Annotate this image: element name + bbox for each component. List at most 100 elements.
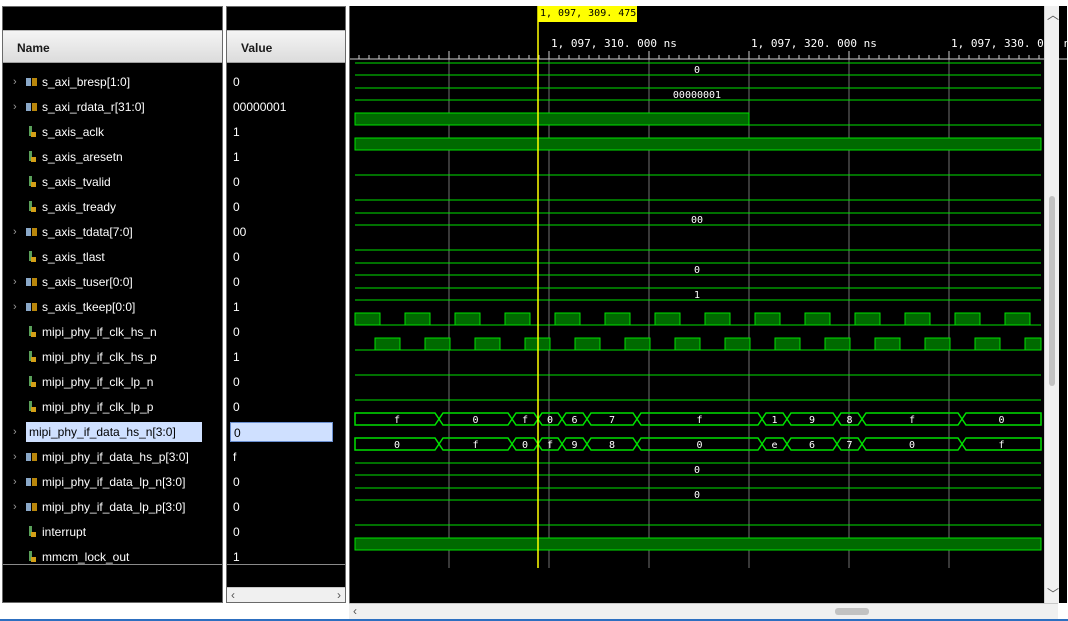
signal-row[interactable]: › s_axi_bresp[1:0] xyxy=(3,70,222,95)
signal-value-cell[interactable]: 0 xyxy=(227,495,345,520)
signal-value-cell[interactable]: 0 xyxy=(227,370,345,395)
signal-row[interactable]: interrupt xyxy=(3,520,222,545)
signal-value: 0 xyxy=(230,422,333,442)
scroll-right-icon[interactable]: › xyxy=(337,588,341,602)
signal-name: s_axis_aclk xyxy=(42,125,105,139)
scroll-up-icon[interactable]: ︿ xyxy=(1047,8,1059,22)
signal-value-cell[interactable]: 1 xyxy=(227,545,345,570)
time-tick-label: 1, 097, 320. 000 ns xyxy=(751,37,877,50)
signal-value-cell[interactable]: 0 xyxy=(227,395,345,420)
clock-high-pulse xyxy=(654,312,681,326)
signal-row[interactable]: › mipi_phy_if_data_hs_p[3:0] xyxy=(3,445,222,470)
signal-row[interactable]: › mipi_phy_if_data_hs_n[3:0] xyxy=(3,420,222,445)
signal-name: s_axis_tready xyxy=(42,200,117,214)
clock-high-pulse xyxy=(554,312,581,326)
signal-value: 0 xyxy=(233,275,240,289)
signal-value-cell[interactable]: 0 xyxy=(227,70,345,95)
signal-value-cell[interactable]: 0 xyxy=(227,170,345,195)
expand-arrow-icon[interactable]: › xyxy=(13,451,21,463)
signal-value-cell[interactable]: 00000001 xyxy=(227,95,345,120)
vscroll-thumb[interactable] xyxy=(1049,196,1055,386)
expand-arrow-icon[interactable]: › xyxy=(13,301,21,313)
signal-name: s_axi_rdata_r[31:0] xyxy=(42,100,145,114)
signal-value: 0 xyxy=(233,475,240,489)
expand-arrow-icon[interactable]: › xyxy=(13,476,21,488)
signal-row[interactable]: s_axis_tready xyxy=(3,195,222,220)
expand-arrow-icon[interactable]: › xyxy=(13,226,21,238)
signal-value-cell[interactable]: 1 xyxy=(227,145,345,170)
signal-row[interactable]: mipi_phy_if_clk_lp_n xyxy=(3,370,222,395)
signal-value-cell[interactable]: f xyxy=(227,445,345,470)
bus-segment-label: 0 xyxy=(547,415,553,426)
scroll-down-icon[interactable]: ﹀ xyxy=(1047,587,1059,601)
signal-row[interactable]: mipi_phy_if_clk_lp_p xyxy=(3,395,222,420)
signal-row[interactable]: › s_axi_rdata_r[31:0] xyxy=(3,95,222,120)
bus-segment-label: e xyxy=(771,440,777,451)
value-hscrollbar[interactable]: ‹ › xyxy=(227,587,345,602)
signal-value-cell[interactable]: 0 xyxy=(227,245,345,270)
time-cursor-label: 1, 097, 309. 475 ns xyxy=(540,8,654,19)
signal-name: s_axis_tkeep[0:0] xyxy=(42,300,136,314)
signal-name: s_axis_tlast xyxy=(42,250,105,264)
clock-high-pulse xyxy=(824,337,851,351)
waveform-vscrollbar[interactable]: ︿ ﹀ xyxy=(1044,6,1059,603)
bus-segment-label: 8 xyxy=(846,415,852,426)
clock-high-pulse xyxy=(904,312,931,326)
signal-value-cell[interactable]: 0 xyxy=(227,470,345,495)
expand-arrow-icon[interactable]: › xyxy=(13,76,21,88)
bus-signal-icon xyxy=(26,453,37,461)
clock-high-pulse xyxy=(1024,337,1042,351)
signal-row[interactable]: s_axis_tvalid xyxy=(3,170,222,195)
signal-value-cell[interactable]: 0 xyxy=(227,270,345,295)
bit-signal-icon xyxy=(29,526,36,537)
scroll-left-icon[interactable]: ‹ xyxy=(231,588,235,602)
expand-arrow-icon[interactable]: › xyxy=(13,101,21,113)
signal-value-cell[interactable]: 1 xyxy=(227,345,345,370)
signal-name: interrupt xyxy=(42,525,87,539)
signal-value-cell[interactable]: 0 xyxy=(227,320,345,345)
signal-row[interactable]: s_axis_aresetn xyxy=(3,145,222,170)
signal-row[interactable]: › s_axis_tkeep[0:0] xyxy=(3,295,222,320)
signal-value-cell[interactable]: 0 xyxy=(227,520,345,545)
name-column-header[interactable]: Name xyxy=(3,30,222,63)
signal-row[interactable]: › mipi_phy_if_data_lp_p[3:0] xyxy=(3,495,222,520)
waveform-hscrollbar[interactable]: ‹ xyxy=(349,603,1058,620)
bus-segment-label: 0 xyxy=(472,415,478,426)
signal-value: 0 xyxy=(233,400,240,414)
bus-segment-label: 7 xyxy=(846,440,852,451)
value-column-header[interactable]: Value xyxy=(227,30,345,63)
signal-value-cell[interactable]: 0 xyxy=(227,420,345,445)
expand-arrow-icon[interactable]: › xyxy=(13,276,21,288)
scroll-left-icon[interactable]: ‹ xyxy=(353,604,357,618)
expand-arrow-icon[interactable]: › xyxy=(13,501,21,513)
waveform-area[interactable]: 1, 097, 310. 000 ns 1, 097, 320. 000 ns 1,… xyxy=(349,6,1067,603)
waveform-canvas[interactable]: 1, 097, 310. 000 ns 1, 097, 320. 000 ns 1,… xyxy=(350,6,1067,603)
signal-row[interactable]: s_axis_tlast xyxy=(3,245,222,270)
signal-row[interactable]: mipi_phy_if_clk_hs_p xyxy=(3,345,222,370)
time-tick-label: 1, 097, 310. 000 ns xyxy=(551,37,677,50)
signal-row[interactable]: mmcm_lock_out xyxy=(3,545,222,570)
signal-row[interactable]: › s_axis_tdata[7:0] xyxy=(3,220,222,245)
signal-name: mipi_phy_if_data_lp_p[3:0] xyxy=(42,500,186,514)
signal-row[interactable]: mipi_phy_if_clk_hs_n xyxy=(3,320,222,345)
signal-value-cell[interactable]: 00 xyxy=(227,220,345,245)
bit-signal-icon xyxy=(29,201,36,212)
signal-row[interactable]: s_axis_aclk xyxy=(3,120,222,145)
clock-high-pulse xyxy=(1004,312,1031,326)
signal-name: mipi_phy_if_clk_hs_n xyxy=(42,325,157,339)
signal-value-cell[interactable]: 1 xyxy=(227,120,345,145)
bus-value-label: 0 xyxy=(694,465,700,476)
signal-name: mipi_phy_if_clk_lp_p xyxy=(42,400,154,414)
hscroll-thumb[interactable] xyxy=(835,608,869,615)
signal-value-cell[interactable]: 0 xyxy=(227,195,345,220)
signal-row[interactable]: › mipi_phy_if_data_lp_n[3:0] xyxy=(3,470,222,495)
signal-value-cell[interactable]: 1 xyxy=(227,295,345,320)
expand-arrow-icon[interactable]: › xyxy=(13,426,21,438)
clock-high-pulse xyxy=(354,312,381,326)
high-level xyxy=(354,112,750,126)
bit-signal-icon xyxy=(29,326,36,337)
signal-row[interactable]: › s_axis_tuser[0:0] xyxy=(3,270,222,295)
clock-high-pulse xyxy=(424,337,451,351)
signal-name: s_axis_tuser[0:0] xyxy=(42,275,133,289)
clock-high-pulse xyxy=(754,312,781,326)
